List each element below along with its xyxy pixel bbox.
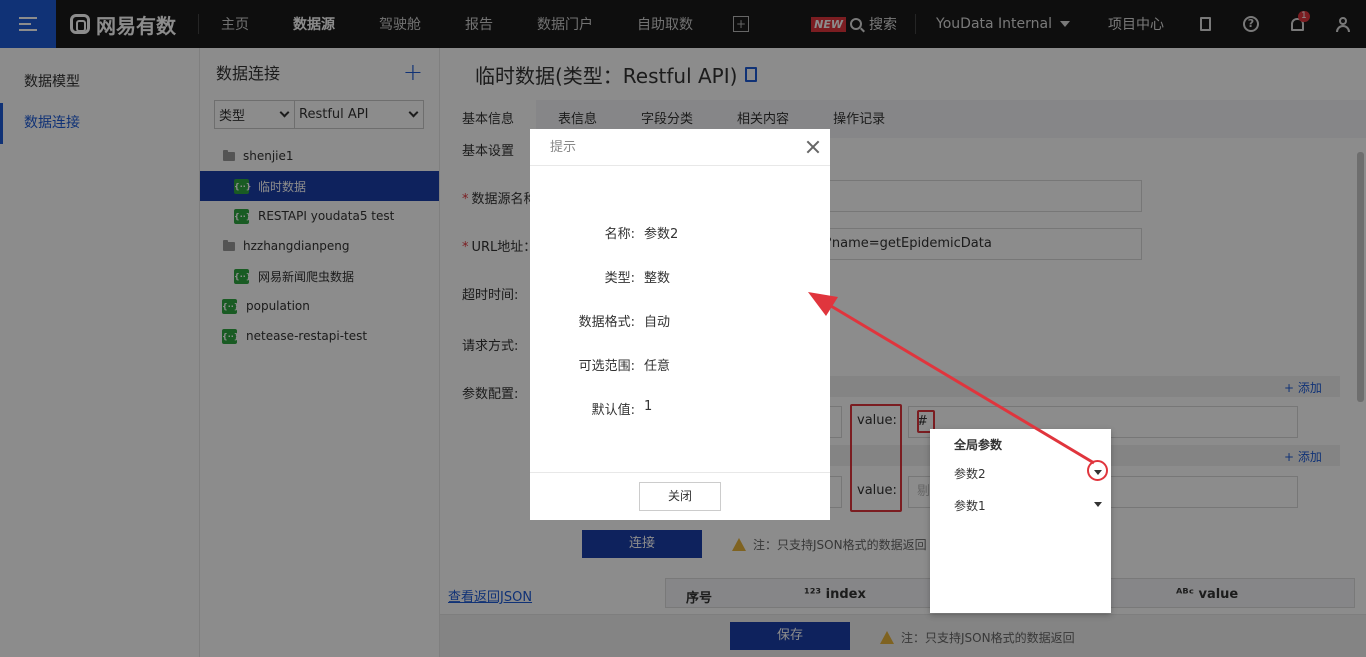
annotation-arrow: [808, 292, 1095, 465]
arrow-head: [808, 292, 838, 316]
arrow-shaft: [825, 301, 1095, 465]
